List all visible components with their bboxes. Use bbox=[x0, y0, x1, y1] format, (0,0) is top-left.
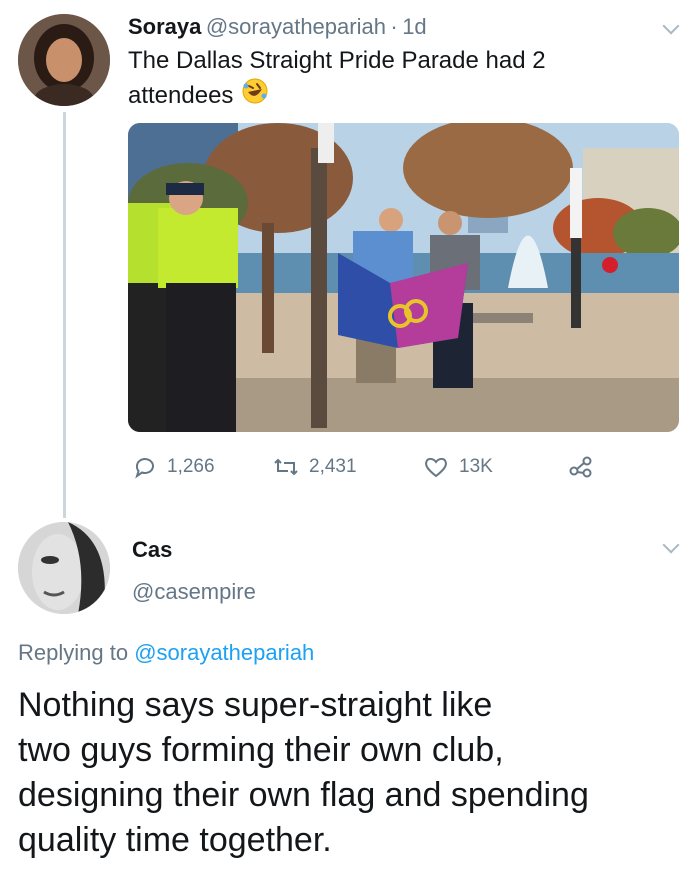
like-count: 13K bbox=[459, 456, 493, 477]
reply-text-line-1: Nothing says super-straight like bbox=[18, 686, 493, 724]
parade-photo bbox=[128, 123, 679, 432]
retweet-count: 2,431 bbox=[309, 456, 357, 477]
reply-author-name[interactable]: Cas bbox=[132, 537, 172, 563]
replying-to-prefix: Replying to bbox=[18, 640, 135, 665]
reply-action[interactable]: 1,266 bbox=[133, 455, 215, 479]
reply-text-line-3: designing their own flag and spending bbox=[18, 776, 589, 814]
reply-author-handle[interactable]: @casempire bbox=[132, 579, 256, 605]
retweet-action[interactable]: 2,431 bbox=[273, 455, 357, 479]
dot-separator: · bbox=[390, 14, 398, 39]
avatar-soraya[interactable] bbox=[18, 14, 110, 106]
retweet-icon bbox=[273, 455, 299, 479]
rolling-laughing-emoji-icon bbox=[241, 77, 269, 114]
reply-count: 1,266 bbox=[167, 456, 215, 477]
heart-icon bbox=[423, 455, 449, 479]
author-name[interactable]: Soraya bbox=[128, 14, 201, 39]
tweet-header: Soraya @sorayathepariah · 1d bbox=[128, 14, 427, 40]
tweet-time[interactable]: 1d bbox=[402, 14, 426, 39]
reply-text-line-2: two guys forming their own club, bbox=[18, 731, 504, 769]
replying-to-handle[interactable]: @sorayathepariah bbox=[134, 640, 314, 665]
chevron-down-icon[interactable] bbox=[662, 536, 680, 554]
thread-line bbox=[63, 112, 66, 518]
avatar-portrait bbox=[18, 14, 110, 106]
tweet-text-line-1: The Dallas Straight Pride Parade had 2 bbox=[128, 47, 546, 74]
replying-to: Replying to @sorayathepariah bbox=[18, 640, 314, 666]
reply-text-line-4: quality time together. bbox=[18, 821, 332, 859]
tweet-text: The Dallas Straight Pride Parade had 2 a… bbox=[128, 44, 668, 114]
chevron-down-icon[interactable] bbox=[662, 17, 680, 35]
reply-icon bbox=[133, 455, 157, 479]
avatar-portrait bbox=[18, 522, 110, 614]
like-action[interactable]: 13K bbox=[423, 455, 493, 479]
tweet-text-line-2: attendees bbox=[128, 82, 234, 109]
share-icon bbox=[568, 455, 594, 479]
reply-text: Nothing says super-straight like two guy… bbox=[18, 683, 688, 863]
share-action[interactable] bbox=[568, 455, 594, 479]
avatar-cas[interactable] bbox=[18, 522, 110, 614]
tweet-photo[interactable] bbox=[128, 123, 679, 432]
author-handle[interactable]: @sorayathepariah bbox=[206, 14, 386, 39]
